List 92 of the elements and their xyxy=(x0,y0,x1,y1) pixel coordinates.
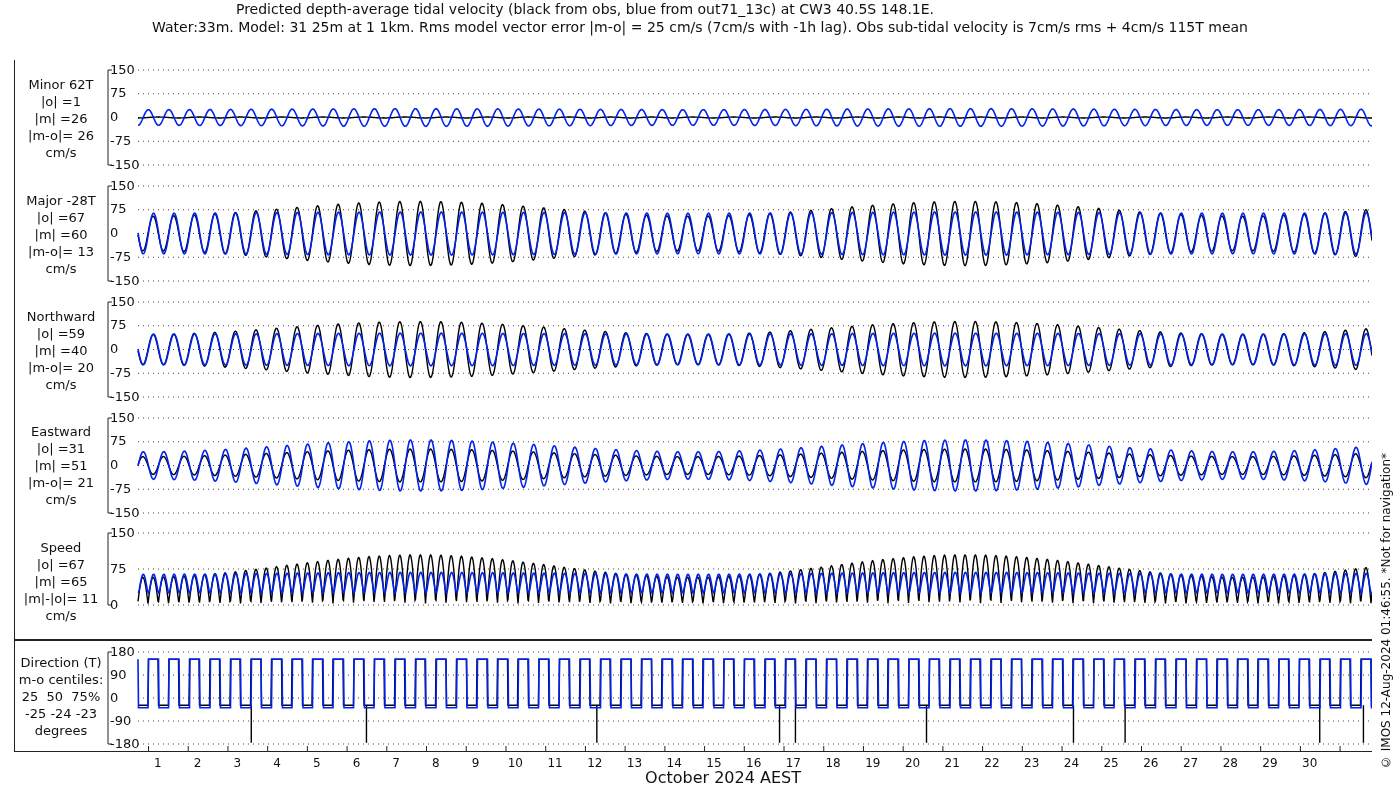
axis-tick-label: 150 xyxy=(110,409,135,425)
axis-tick-label: 150 xyxy=(110,61,135,77)
copyright-note: © IMOS 12-Aug-2024 01:46:55. *Not for navigation* xyxy=(1379,452,1393,769)
axis-tick-label: -150 xyxy=(110,504,140,520)
axis-tick-label: 25 xyxy=(1102,756,1120,770)
panel-label: |m| =40 xyxy=(34,341,88,359)
axis-tick-label: -75 xyxy=(110,364,132,380)
chart-title: Predicted depth-average tidal velocity (black from obs, blue from out71_13c) at CW3 40.5S 148.1E. xyxy=(235,0,935,18)
panel-label: m-o centiles: xyxy=(18,670,104,688)
axis-tick-label: 17 xyxy=(784,756,802,770)
axis-tick-label: 5 xyxy=(311,756,322,770)
panel-label: Minor 62T xyxy=(28,75,94,93)
axis-tick-label: 90 xyxy=(110,666,127,682)
panel-label: cm/s xyxy=(45,606,77,624)
panel-label: Speed xyxy=(40,538,82,556)
axis-tick-label: 19 xyxy=(864,756,882,770)
panel-label: Major -28T xyxy=(26,191,96,209)
panel-label: 25 50 75% xyxy=(21,687,101,705)
axis-tick-label: 0 xyxy=(110,689,119,705)
axis-tick-label: -90 xyxy=(110,712,132,728)
axis-tick-label: 6 xyxy=(351,756,362,770)
panel-label: cm/s xyxy=(45,143,77,161)
axis-tick-label: 10 xyxy=(506,756,524,770)
panel-label: degrees xyxy=(34,721,88,739)
axis-tick-label: 75 xyxy=(110,85,127,101)
panel-label: Northward xyxy=(26,307,96,325)
axis-tick-label: -75 xyxy=(110,480,132,496)
panel-label: |o| =1 xyxy=(41,92,81,110)
axis-tick-label: 9 xyxy=(470,756,481,770)
axis-tick-label: 29 xyxy=(1261,756,1279,770)
axis-tick-label: 11 xyxy=(546,756,564,770)
axis-tick-label: 24 xyxy=(1062,756,1081,770)
axis-tick-label: -75 xyxy=(110,132,132,148)
axis-tick-label: 3 xyxy=(232,756,243,770)
axis-tick-label: 150 xyxy=(110,524,135,540)
axis-tick-label: 180 xyxy=(110,643,135,659)
axis-tick-label: -150 xyxy=(110,388,140,404)
panel-label: |o| =59 xyxy=(36,324,86,342)
axis-tick-label: 18 xyxy=(824,756,842,770)
axis-tick-label: -150 xyxy=(110,156,140,172)
axis-tick-label: 23 xyxy=(1023,756,1041,770)
panel-label: |m| =26 xyxy=(34,109,88,127)
panel-label: -25 -24 -23 xyxy=(25,704,97,722)
axis-tick-label: 16 xyxy=(745,756,763,770)
chart-title: Water:33m. Model: 31 25m at 1 1km. Rms model vector error |m-o| = 25 cm/s (7cm/s with -1h lag). Obs sub-tidal velocity is 7cm/s rms + 4cm/s 115T mean xyxy=(152,18,1248,36)
axis-title: October 2024 AEST xyxy=(645,768,801,787)
axis-tick-label: 0 xyxy=(110,341,119,356)
axis-tick-label: 21 xyxy=(943,756,961,770)
axis-tick-label: -150 xyxy=(110,272,140,288)
panel-label: cm/s xyxy=(45,491,77,508)
axis-tick-label: 26 xyxy=(1142,756,1160,770)
axis-tick-label: 0 xyxy=(110,225,119,240)
axis-tick-label: 0 xyxy=(110,457,119,472)
axis-tick-label: 1 xyxy=(153,756,163,770)
axis-tick-label: 28 xyxy=(1221,756,1239,770)
panel-label: |m|-|o|= 11 xyxy=(23,589,99,607)
axis-tick-label: 20 xyxy=(903,756,922,770)
axis-tick-label: 7 xyxy=(391,756,401,770)
panel-label: |o| =67 xyxy=(36,208,86,226)
panel-label: |m-o|= 26 xyxy=(28,126,94,144)
axis-tick-label: 2 xyxy=(192,756,203,770)
panel-label: |m-o|= 20 xyxy=(28,358,94,376)
axis-tick-label: 0 xyxy=(110,109,119,124)
panel-label: Eastward xyxy=(31,423,91,440)
axis-tick-label: 75 xyxy=(110,433,127,449)
panel-label: |m| =51 xyxy=(34,457,88,474)
axis-tick-label: 75 xyxy=(110,560,127,576)
panel-label: |m-o|= 13 xyxy=(28,242,94,260)
axis-tick-label: 12 xyxy=(586,756,604,770)
axis-tick-label: 0 xyxy=(110,596,119,612)
axis-tick-label: 150 xyxy=(110,177,135,193)
axis-tick-label: 8 xyxy=(431,756,441,770)
panel-label: |m| =60 xyxy=(34,225,88,243)
panel-label: Direction (T) xyxy=(20,653,102,671)
axis-tick-label: -75 xyxy=(110,248,132,264)
panel-label: cm/s xyxy=(45,259,77,277)
panel-label: |o| =67 xyxy=(36,555,86,573)
axis-tick-label: 13 xyxy=(625,756,644,770)
axis-tick-label: 75 xyxy=(110,317,127,333)
axis-tick-label: 15 xyxy=(705,756,723,770)
axis-tick-label: 30 xyxy=(1301,756,1319,770)
axis-tick-label: 14 xyxy=(665,756,683,770)
axis-tick-label: 22 xyxy=(983,756,1001,770)
axis-tick-label: 150 xyxy=(110,293,135,309)
panel-label: |o| =31 xyxy=(36,440,86,457)
axis-tick-label: -180 xyxy=(110,735,140,751)
axis-tick-label: 4 xyxy=(272,756,282,770)
axis-tick-label: 27 xyxy=(1181,756,1200,770)
panel-label: |m-o|= 21 xyxy=(28,474,94,491)
panel-label: |m| =65 xyxy=(34,572,88,590)
axis-tick-label: 75 xyxy=(110,201,127,217)
panel-label: cm/s xyxy=(45,375,77,393)
